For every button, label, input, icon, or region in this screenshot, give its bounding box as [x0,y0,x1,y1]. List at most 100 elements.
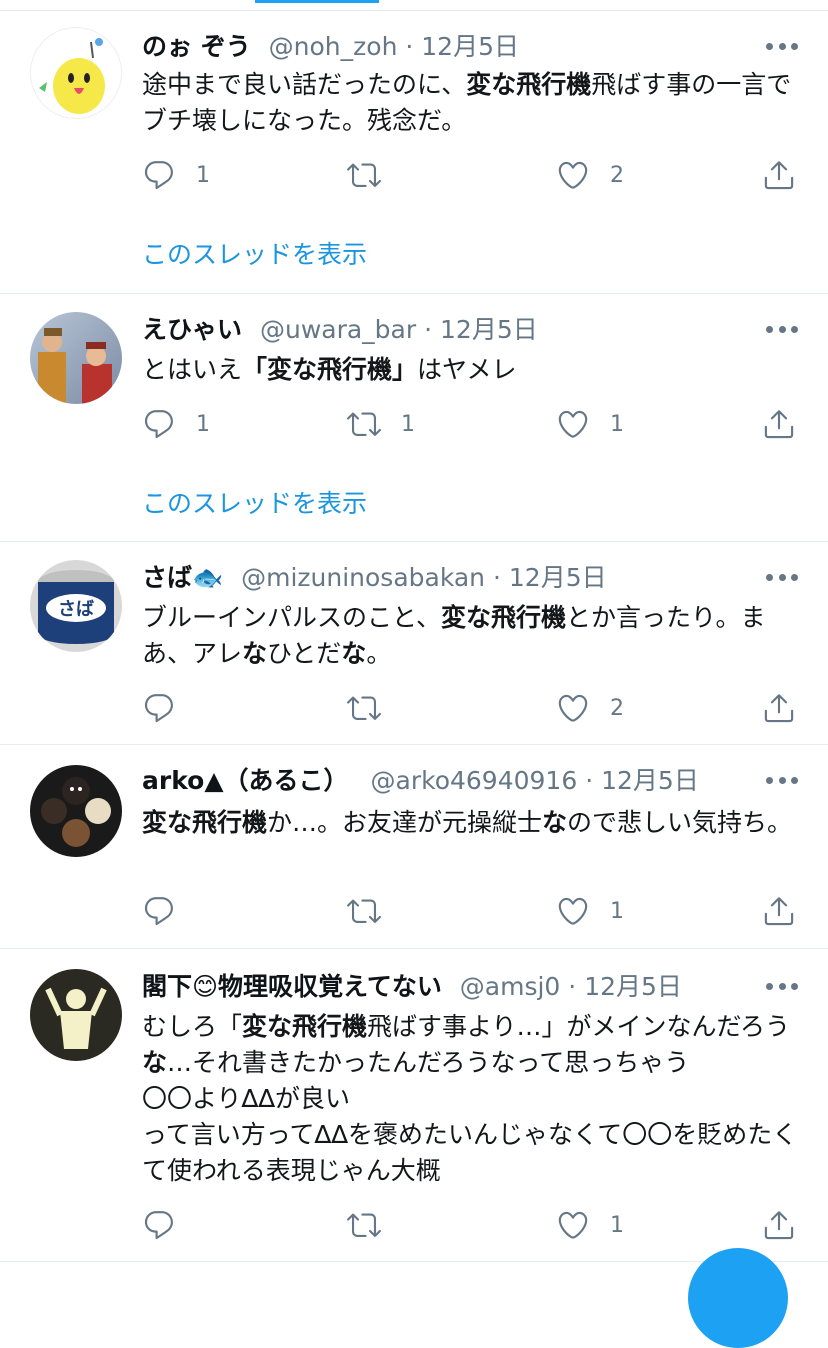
like-button[interactable]: 1 [556,891,624,931]
display-name[interactable]: えひゃい [142,315,242,344]
more-icon[interactable] [766,572,798,582]
display-name[interactable]: arko▲（あるこ） [142,766,349,795]
tweet-text: 変な飛行機か…。お友達が元操縦士なので悲しい気持ち。 [142,805,802,841]
tweet-actions: 1 [142,1205,802,1245]
tweet-header: arko▲（あるこ） @arko46940916 · 12月5日 [142,765,699,797]
like-count: 1 [610,1212,624,1238]
more-icon[interactable] [766,324,798,334]
handle[interactable]: @arko46940916 [371,766,578,795]
tweet-2[interactable]: えひゃい @uwara_bar · 12月5日 とはいえ「変な飛行機」はヤメレ … [0,294,828,542]
retweet-icon [347,696,381,720]
like-count: 1 [610,898,624,924]
text-segment: ブルーインパルスのこと、 [142,603,442,632]
timestamp[interactable]: 12月5日 [440,315,538,344]
bold-text-segment: な [341,639,367,668]
share-button[interactable] [762,155,796,195]
share-icon [764,897,794,926]
share-button[interactable] [762,404,796,444]
handle[interactable]: @uwara_bar [260,315,416,344]
retweet-button[interactable] [347,891,401,931]
retweet-icon [347,412,381,436]
avatar[interactable] [30,27,122,119]
tweet-actions: 1 [142,891,802,931]
tweet-1[interactable]: のぉ ぞう @noh_zoh · 12月5日 途中まで良い話だったのに、変な飛行… [0,11,828,294]
separator-dot: · [424,315,441,344]
can-label: さば [58,599,94,620]
avatar[interactable] [30,312,122,404]
two-people-photo-avatar-icon [38,328,112,404]
bold-text-segment: 変な飛行機 [142,808,268,837]
more-icon[interactable] [766,981,798,991]
tweet-actions: 1 1 1 [142,404,802,444]
reply-button[interactable] [142,891,196,931]
text-segment: むしろ「 [142,1012,243,1041]
display-name[interactable]: さば🐟 [142,563,223,592]
retweet-button[interactable]: 1 [347,404,415,444]
reply-button[interactable]: 1 [142,155,210,195]
more-icon[interactable] [766,41,798,51]
separator-dot: · [492,563,509,592]
active-tab-indicator [255,0,379,3]
bold-text-segment: な [142,1048,168,1077]
handle[interactable]: @mizuninosabakan [241,563,485,592]
text-segment: ひとだ [267,639,342,668]
text-segment: はヤメレ [417,355,517,384]
share-button[interactable] [762,688,796,728]
heart-icon [558,410,588,438]
yellow-chick-avatar-icon [39,38,105,114]
handle[interactable]: @noh_zoh [269,32,398,61]
share-icon [764,694,794,723]
avatar[interactable] [30,969,122,1061]
like-button[interactable]: 1 [556,404,624,444]
like-button[interactable]: 1 [556,1205,624,1245]
plush-toys-avatar-icon [41,777,111,847]
tweet-header: 閣下😊物理吸収覚えてない @amsj0 · 12月5日 [142,971,682,1003]
avatar[interactable] [30,765,122,857]
share-button[interactable] [762,891,796,931]
reply-button[interactable] [142,688,196,728]
tweet-actions: 2 [142,688,802,728]
timestamp[interactable]: 12月5日 [584,972,682,1001]
reply-button[interactable]: 1 [142,404,210,444]
tweet-5[interactable]: 閣下😊物理吸収覚えてない @amsj0 · 12月5日 むしろ「変な飛行機飛ばす… [0,949,828,1262]
handle[interactable]: @amsj0 [460,972,561,1001]
saba-can-avatar-icon: さば [38,570,114,644]
share-button[interactable] [762,1205,796,1245]
retweet-button[interactable] [347,688,401,728]
timestamp[interactable]: 12月5日 [601,766,699,795]
show-thread-link[interactable]: このスレッドを表示 [142,484,367,520]
more-icon[interactable] [766,775,798,785]
retweet-count: 1 [401,411,415,437]
reply-icon [144,1211,173,1240]
display-name[interactable]: 閣下😊物理吸収覚えてない [142,972,442,1001]
retweet-button[interactable] [347,1205,401,1245]
avatar[interactable]: さば [30,560,122,652]
reply-button[interactable] [142,1205,196,1245]
tweet-text: 途中まで良い話だったのに、変な飛行機飛ばす事の一言でブチ壊しになった。残念だ。 [142,67,802,139]
heart-icon [558,694,588,722]
heart-icon [558,897,588,925]
reply-icon [144,161,173,190]
timestamp[interactable]: 12月5日 [509,563,607,592]
tweet-3[interactable]: さば さば🐟 @mizuninosabakan · 12月5日 ブルーインパルス… [0,542,828,745]
heart-icon [558,1211,588,1239]
retweet-icon [347,163,381,187]
retweet-button[interactable] [347,155,401,195]
reply-icon [144,410,173,439]
separator-dot: · [568,972,585,1001]
bold-text-segment: 変な飛行機 [441,603,567,632]
like-count: 1 [610,411,624,437]
like-button[interactable]: 2 [556,155,624,195]
timestamp[interactable]: 12月5日 [421,32,519,61]
display-name[interactable]: のぉ ぞう [142,32,251,61]
show-thread-link[interactable]: このスレッドを表示 [142,235,367,271]
bold-text-segment: 変な飛行機 [242,1012,368,1041]
tweet-header: のぉ ぞう @noh_zoh · 12月5日 [142,31,519,63]
text-segment: ので悲しい気持ち。 [567,808,793,837]
compose-tweet-button[interactable] [688,1248,788,1348]
text-segment: 飛ばす事より…」がメインなんだろう [367,1012,791,1041]
like-button[interactable]: 2 [556,688,624,728]
text-segment: …それ書きたかったんだろうなって思っちゃう 〇〇より∆∆が良い って言い方って∆∆を… [142,1048,798,1185]
tweet-4[interactable]: arko▲（あるこ） @arko46940916 · 12月5日 変な飛行機か…… [0,745,828,949]
heart-icon [558,161,588,189]
